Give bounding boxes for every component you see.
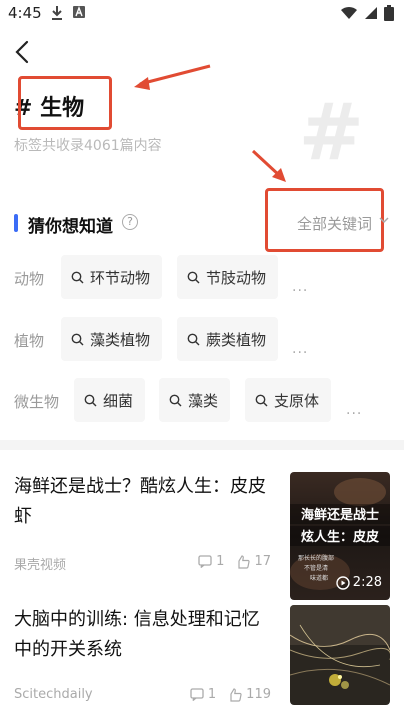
question-circle-icon[interactable]: ? bbox=[122, 214, 138, 230]
video-duration-badge: 2:28 bbox=[336, 575, 382, 590]
guess-title: 猜你想知道 bbox=[28, 217, 113, 237]
comment-count: 1 bbox=[216, 554, 225, 569]
comment-count: 1 bbox=[207, 687, 217, 702]
article-thumbnail[interactable]: 海鲜还是战士 炫人生：皮皮 那长长的腹部 不管是清 味道都 2:28 bbox=[290, 472, 390, 600]
battery-icon bbox=[384, 5, 394, 21]
all-keywords-button[interactable]: 全部关键词 bbox=[297, 213, 372, 234]
search-icon bbox=[169, 394, 182, 406]
article-title[interactable]: 大脑中的训练: 信息处理和记忆中的开关系统 bbox=[14, 605, 274, 665]
keyword-category: 微生物 bbox=[14, 393, 60, 411]
thumb-caption: 炫人生：皮皮 bbox=[301, 529, 379, 545]
section-divider bbox=[0, 440, 404, 450]
download-icon bbox=[52, 6, 62, 20]
keyword-chip[interactable]: 环节动物 bbox=[61, 255, 163, 299]
chevron-left-icon bbox=[15, 40, 29, 64]
search-icon bbox=[187, 271, 200, 283]
search-icon bbox=[187, 333, 200, 345]
thumb-small-text: 味道都 bbox=[310, 574, 328, 582]
search-icon bbox=[71, 333, 84, 345]
article-source: Scitechdaily bbox=[14, 687, 93, 702]
keyword-chip[interactable]: 支原体 bbox=[245, 378, 332, 422]
more-keywords-button[interactable]: ··· bbox=[292, 283, 308, 299]
keyword-chip-label: 节肢动物 bbox=[206, 268, 267, 287]
keyword-chip-label: 环节动物 bbox=[90, 268, 151, 287]
topic-subtitle: 标签共收录4061篇内容 bbox=[14, 138, 162, 154]
thumbnail-image bbox=[290, 605, 390, 705]
like-count: 17 bbox=[254, 554, 271, 569]
keyword-chip-label: 藻类植物 bbox=[90, 330, 151, 349]
thumb-caption: 海鲜还是战士 bbox=[301, 507, 379, 523]
article-source: 果壳视频 bbox=[14, 558, 67, 573]
search-icon bbox=[255, 394, 268, 406]
article-item[interactable]: 大脑中的训练: 信息处理和记忆中的开关系统 Scitechdaily 1 119 bbox=[0, 605, 404, 718]
hero-hash-watermark: # bbox=[298, 88, 364, 178]
article-title[interactable]: 海鲜还是战士？酷炫人生：皮皮虾 bbox=[14, 472, 274, 532]
article-stats: 1 119 bbox=[190, 687, 271, 702]
keyword-chip-label: 藻类 bbox=[188, 391, 219, 410]
keyword-row-plants: 植物 藻类植物 蕨类植物 ··· bbox=[14, 317, 394, 363]
section-accent-bar bbox=[14, 214, 18, 232]
chevron-down-icon[interactable] bbox=[378, 214, 390, 226]
back-button[interactable] bbox=[8, 36, 36, 68]
status-bar: 4:45 bbox=[0, 0, 404, 28]
keyword-chip[interactable]: 藻类植物 bbox=[61, 317, 163, 361]
keyword-chip[interactable]: 藻类 bbox=[159, 378, 231, 422]
wifi-icon bbox=[341, 6, 357, 19]
video-duration: 2:28 bbox=[352, 575, 382, 590]
keyword-row-animals: 动物 环节动物 节肢动物 ··· bbox=[14, 255, 394, 301]
keyword-category: 植物 bbox=[14, 332, 45, 350]
annotation-arrow-title bbox=[134, 64, 211, 90]
article-thumbnail[interactable] bbox=[290, 605, 390, 705]
search-icon bbox=[71, 271, 84, 283]
keyword-chip-label: 支原体 bbox=[274, 391, 320, 410]
like-count: 119 bbox=[246, 687, 271, 702]
keyword-chip[interactable]: 细菌 bbox=[74, 378, 146, 422]
annotation-box-title bbox=[18, 76, 112, 130]
signal-icon bbox=[365, 7, 377, 19]
comment-icon bbox=[190, 688, 204, 701]
status-time: 4:45 bbox=[8, 4, 42, 22]
article-item[interactable]: 海鲜还是战士？酷炫人生：皮皮虾 果壳视频 1 17 海鲜还是战士 炫人生：皮皮 … bbox=[0, 472, 404, 612]
keyword-chip-label: 蕨类植物 bbox=[206, 330, 267, 349]
like-icon bbox=[238, 554, 251, 569]
keyword-category: 动物 bbox=[14, 270, 45, 288]
play-icon bbox=[336, 575, 350, 590]
like-icon bbox=[230, 687, 242, 702]
keyword-chip[interactable]: 蕨类植物 bbox=[177, 317, 279, 361]
annotation-arrow-keywords bbox=[251, 149, 286, 182]
keyword-row-microbes: 微生物 细菌 藻类 支原体 ··· bbox=[14, 378, 394, 424]
keyword-chip-label: 细菌 bbox=[103, 391, 134, 410]
search-icon bbox=[84, 394, 97, 406]
status-left-icons bbox=[50, 5, 86, 21]
guess-section-header: 猜你想知道 ? 全部关键词 bbox=[14, 212, 394, 237]
thumb-small-text: 不管是清 bbox=[304, 564, 328, 572]
keyword-chip[interactable]: 节肢动物 bbox=[177, 255, 279, 299]
thumb-small-text: 那长长的腹部 bbox=[298, 554, 334, 562]
status-right-icons bbox=[340, 5, 394, 21]
app-icon bbox=[73, 6, 85, 18]
article-stats: 1 17 bbox=[198, 554, 271, 569]
comment-icon bbox=[198, 555, 212, 568]
more-keywords-button[interactable]: ··· bbox=[346, 406, 362, 422]
more-keywords-button[interactable]: ··· bbox=[292, 345, 308, 361]
